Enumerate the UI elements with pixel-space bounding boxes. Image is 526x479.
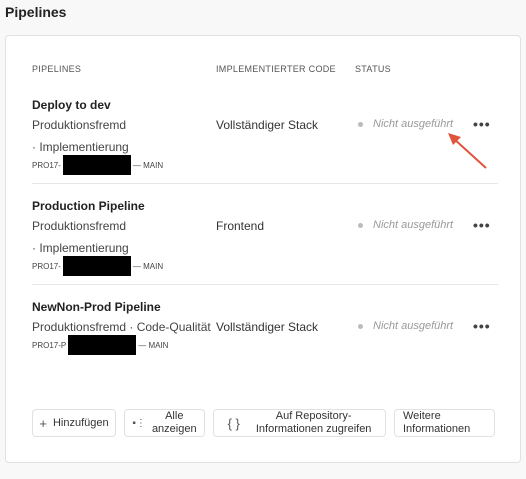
status: Nicht ausgeführt (358, 320, 453, 332)
more-info-button[interactable]: Weitere Informationen (394, 409, 495, 437)
pipeline-type: Produktionsfremd (32, 219, 127, 233)
label-line: Informationen zugreifen (255, 423, 372, 435)
header-pipelines: PIPELINES (32, 64, 82, 74)
label-line: anzeigen (151, 423, 197, 435)
more-actions-button[interactable]: ••• (473, 217, 491, 233)
branch: — MAIN (138, 340, 169, 350)
add-label: Hinzufügen (52, 416, 109, 429)
deployed-code: Vollständiger Stack (216, 118, 319, 132)
show-all-label: Alle anzeigen (152, 410, 197, 436)
label-line: Alle (165, 410, 184, 422)
pipeline-repo: PRO17-P — MAIN (32, 335, 168, 355)
redaction (68, 335, 137, 355)
repo-prefix: PRO17- (32, 261, 61, 271)
status-text: Nicht ausgeführt (373, 320, 454, 332)
annotation-arrow-icon (448, 133, 487, 169)
pipeline-type: Produktionsfremd · Code-Qualität (32, 320, 211, 334)
label-line: Informationen (403, 423, 471, 435)
status-dot-icon (358, 323, 363, 329)
repo-label: Auf Repository- Informationen zugreifen (256, 410, 372, 436)
deployed-code: Vollständiger Stack (216, 320, 319, 334)
redaction (62, 256, 131, 276)
plus-icon: + (39, 415, 47, 431)
status: Nicht ausgeführt (358, 219, 453, 231)
branch: — MAIN (132, 261, 164, 271)
header-status: STATUS (355, 64, 391, 74)
pipeline-name[interactable]: Production Pipeline (32, 199, 145, 213)
status-text: Nicht ausgeführt (373, 219, 454, 231)
pipeline-name[interactable]: NewNon-Prod Pipeline (32, 300, 161, 314)
page-title: Pipelines (5, 4, 67, 20)
label-line: Auf Repository- (275, 410, 352, 422)
status-dot-icon (358, 222, 363, 228)
braces-icon: { } (227, 415, 240, 431)
pipeline-repo: PRO17- — MAIN (32, 155, 163, 175)
pipeline-row[interactable]: Deploy to dev Produktionsfremd · Impleme… (32, 92, 498, 184)
pipeline-repo: PRO17- — MAIN (32, 256, 163, 276)
repo-prefix: PRO17- (32, 160, 61, 170)
redaction (62, 155, 131, 175)
label-line: Weitere (403, 410, 441, 422)
show-all-button[interactable]: ▪⋮ Alle anzeigen (124, 409, 205, 437)
more-actions-button[interactable]: ••• (473, 318, 491, 334)
pipeline-row[interactable]: NewNon-Prod Pipeline Produktionsfremd · … (32, 285, 498, 365)
header-code: IMPLEMENTIERTER CODE (216, 64, 336, 74)
pipelines-card: PIPELINES IMPLEMENTIERTER CODE STATUS De… (5, 35, 521, 463)
repository-info-button[interactable]: { } Auf Repository- Informationen zugreife… (213, 409, 386, 437)
branch: — MAIN (132, 160, 164, 170)
add-button[interactable]: + Hinzufügen (32, 409, 116, 437)
status-dot-icon (358, 121, 363, 127)
repo-prefix: PRO17-P (32, 340, 67, 350)
status: Nicht ausgeführt (358, 118, 453, 130)
pipeline-type: Produktionsfremd (32, 118, 127, 132)
hierarchy-icon: ▪⋮ (132, 417, 146, 429)
pipeline-name[interactable]: Deploy to dev (32, 98, 111, 112)
pipeline-kind: · Implementierung (32, 241, 129, 255)
deployed-code: Frontend (216, 219, 265, 233)
pipeline-kind: · Implementierung (32, 140, 129, 154)
pipeline-row[interactable]: Production Pipeline Produktionsfremd · I… (32, 184, 498, 285)
info-label: Weitere Informationen (403, 410, 470, 436)
